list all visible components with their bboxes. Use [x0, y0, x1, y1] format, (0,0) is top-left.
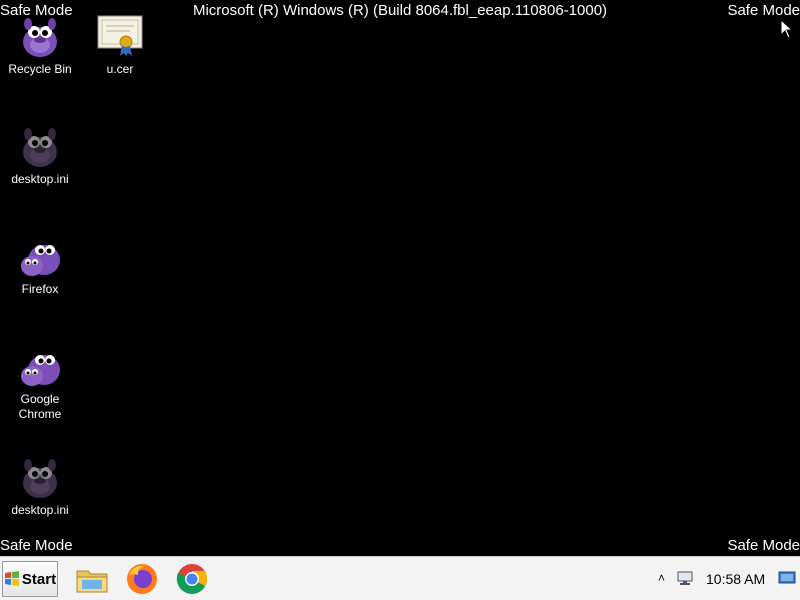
file-explorer-icon[interactable]	[74, 561, 110, 597]
desktop-icon-label: Firefox	[21, 282, 59, 296]
bonzi-recycle-bin-icon	[23, 18, 57, 57]
desktop-icon-desktop-ini[interactable]: desktop.ini	[0, 122, 80, 187]
bonzi-chrome-icon	[21, 355, 60, 386]
safe-mode-label-bottom-left: Safe Mode	[0, 537, 73, 554]
desktop-icon-label: Google Chrome	[18, 392, 62, 421]
taskbar: Start ˄ 10:58 AM	[0, 556, 800, 600]
desktop-icon-firefox[interactable]: Firefox	[0, 232, 80, 297]
desktop-icon-label: u.cer	[106, 62, 134, 76]
safe-mode-label-bottom-right: Safe Mode	[727, 537, 800, 554]
chrome-icon[interactable]	[174, 561, 210, 597]
bonzi-firefox-icon	[21, 245, 60, 276]
show-hidden-icons-chevron-up-icon[interactable]: ˄	[658, 571, 665, 585]
safe-mode-label-top-right: Safe Mode	[727, 2, 800, 19]
firefox-icon[interactable]	[124, 561, 160, 597]
desktop-icon-label: desktop.ini	[11, 503, 69, 517]
start-label: Start	[21, 570, 57, 588]
taskbar-clock[interactable]: 10:58 AM	[706, 571, 765, 587]
desktop-icon-recycle-bin[interactable]: Recycle Bin	[0, 12, 80, 77]
bonzi-dark-icon	[23, 459, 57, 498]
start-button[interactable]: Start	[2, 561, 58, 597]
desktop-icon-google-chrome[interactable]: Google Chrome	[0, 342, 80, 422]
windows-logo-icon	[4, 571, 19, 586]
desktop-icon-label: Recycle Bin	[8, 62, 72, 76]
mouse-pointer-icon	[780, 19, 794, 39]
bonzi-dark-icon	[23, 128, 57, 167]
show-desktop-icon[interactable]	[778, 570, 796, 586]
network-icon[interactable]	[676, 570, 694, 586]
certificate-icon	[97, 15, 143, 56]
desktop-icon-u-cer[interactable]: u.cer	[80, 12, 160, 77]
desktop-icon-desktop-ini[interactable]: desktop.ini	[0, 453, 80, 518]
desktop[interactable]: Safe Mode Microsoft (R) Windows (R) (Bui…	[0, 0, 800, 556]
desktop-icon-label: desktop.ini	[11, 172, 69, 186]
